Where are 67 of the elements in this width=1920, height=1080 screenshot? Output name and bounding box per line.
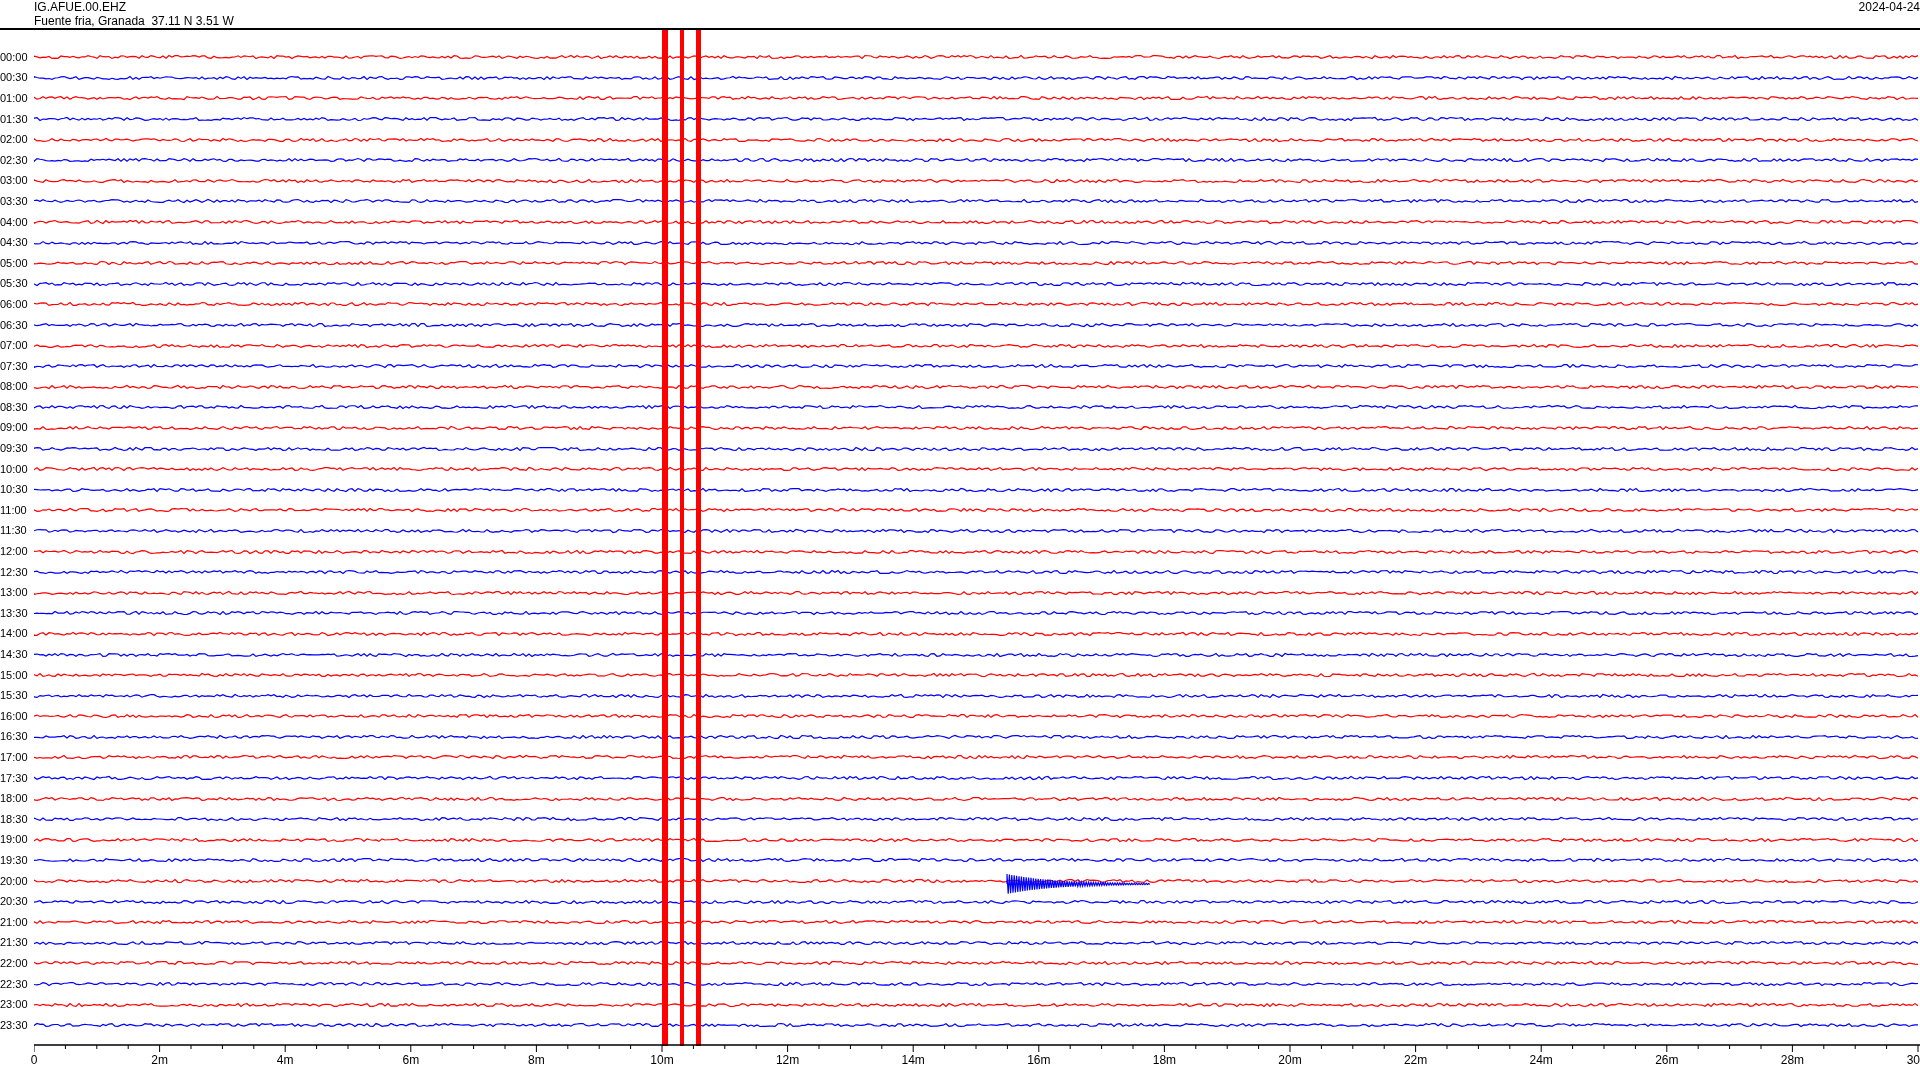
time-label: 10:00 (0, 463, 29, 475)
axis-tick-label: 16m (1027, 1053, 1051, 1066)
time-label: 05:00 (0, 257, 29, 269)
time-label: 07:00 (0, 340, 29, 352)
axis-tick-label: 14m (901, 1053, 925, 1066)
axis-tick-label: 18m (1152, 1053, 1177, 1066)
time-label: 15:00 (0, 669, 29, 681)
time-label: 18:30 (0, 813, 29, 825)
time-label: 03:30 (0, 195, 29, 207)
time-label: 19:30 (0, 854, 29, 866)
time-label: 13:30 (0, 607, 29, 619)
time-label: 21:30 (0, 937, 29, 949)
time-label: 22:00 (0, 957, 29, 969)
time-label: 12:00 (0, 546, 29, 558)
time-label: 14:30 (0, 649, 29, 660)
time-label: 00:00 (0, 51, 29, 63)
time-label: 19:00 (0, 834, 29, 846)
time-label: 04:30 (0, 237, 29, 249)
time-label: 03:00 (0, 175, 29, 187)
axis-tick-label: 0 (30, 1053, 38, 1066)
axis-tick-label: 6m (402, 1053, 420, 1066)
axis-tick-label: 10m (650, 1053, 674, 1066)
time-label: 01:00 (0, 93, 29, 104)
time-label: 23:30 (0, 1019, 29, 1031)
time-label: 05:30 (0, 278, 29, 290)
time-label: 06:30 (0, 319, 29, 331)
station-location: Fuente fria, Granada 37.11 N 3.51 W (34, 14, 234, 28)
time-label: 16:30 (0, 731, 29, 743)
time-label: 13:00 (0, 587, 29, 599)
time-label: 12:30 (0, 566, 29, 578)
time-label: 02:30 (0, 154, 29, 166)
time-label: 07:30 (0, 360, 29, 372)
time-label: 09:30 (0, 443, 29, 455)
time-label: 21:00 (0, 916, 29, 928)
time-label: 11:00 (0, 504, 28, 516)
time-label: 10:30 (0, 484, 29, 496)
time-label: 14:00 (0, 628, 29, 640)
station-code: IG.AFUE.00.EHZ (34, 0, 128, 14)
time-label: 08:00 (0, 381, 29, 393)
time-label: 22:30 (0, 978, 29, 990)
time-label: 20:00 (0, 875, 29, 887)
axis-tick-label: 12m (775, 1053, 800, 1066)
axis-tick-label: 30 (1906, 1053, 1920, 1066)
time-label: 09:00 (0, 422, 29, 434)
axis-tick-label: 22m (1403, 1053, 1428, 1066)
time-label: 02:00 (0, 134, 29, 146)
time-label: 20:30 (0, 896, 29, 908)
time-label: 17:00 (0, 752, 29, 763)
axis-tick-label: 4m (276, 1053, 294, 1066)
time-label: 08:30 (0, 401, 29, 413)
axis-tick-label: 24m (1529, 1053, 1553, 1066)
time-label: 11:30 (0, 525, 28, 537)
time-label: 23:00 (0, 999, 29, 1011)
time-label: 01:30 (0, 113, 29, 125)
time-label: 17:30 (0, 772, 29, 784)
axis-tick-label: 28m (1780, 1053, 1805, 1066)
plot-date: 2024-04-24 (1858, 0, 1920, 14)
axis-tick-label: 20m (1278, 1053, 1302, 1066)
axis-tick-label: 26m (1655, 1053, 1679, 1066)
time-label: 06:00 (0, 298, 29, 310)
time-label: 04:00 (0, 216, 29, 228)
time-label: 18:00 (0, 793, 29, 805)
time-label: 16:00 (0, 710, 29, 722)
axis-tick-label: 8m (528, 1053, 545, 1066)
time-label: 00:30 (0, 72, 29, 84)
time-label: 15:30 (0, 690, 29, 702)
axis-tick-label: 2m (151, 1053, 168, 1066)
